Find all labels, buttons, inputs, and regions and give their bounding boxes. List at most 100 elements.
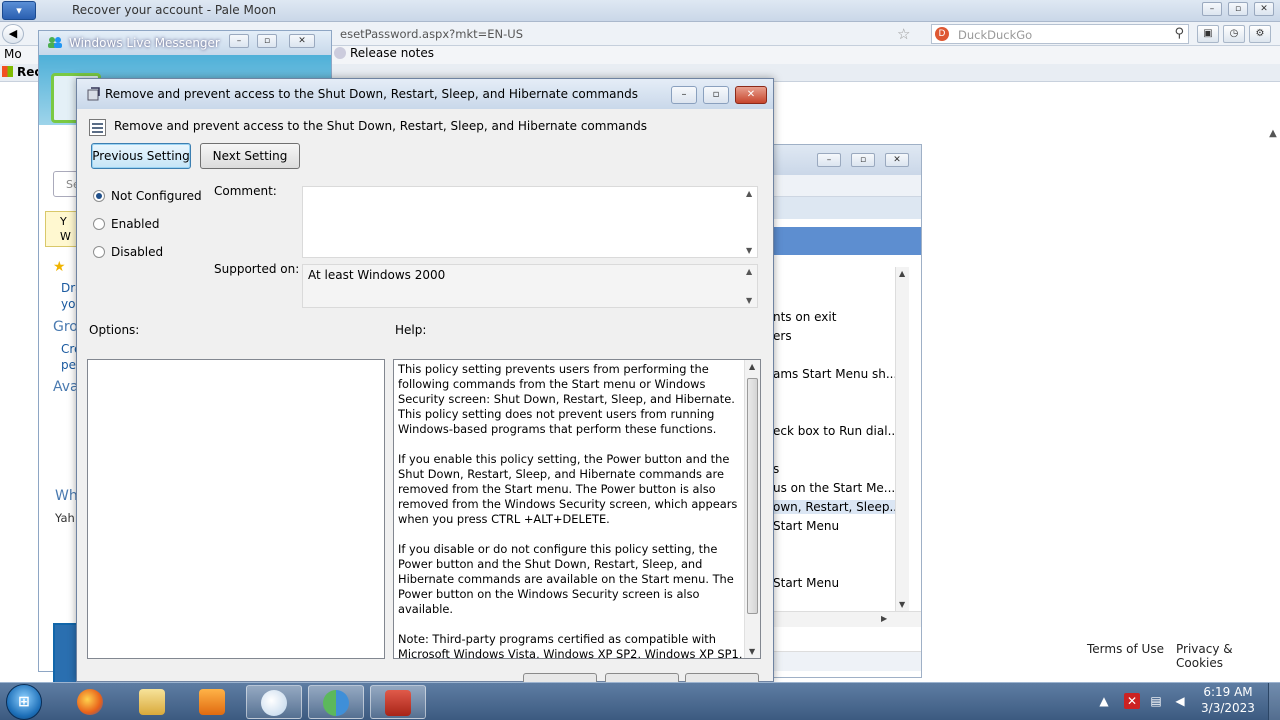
editor-minimize-button[interactable]: –	[817, 153, 841, 167]
network-icon[interactable]: ▤	[1148, 693, 1164, 709]
radio-disabled[interactable]: Disabled	[93, 245, 163, 259]
scrollbar-thumb[interactable]	[747, 378, 758, 614]
browser-menu-button[interactable]: ▾	[2, 1, 36, 20]
address-bar[interactable]: esetPassword.aspx?mkt=EN-US	[340, 27, 523, 41]
show-hidden-icons-icon[interactable]: ▲	[1096, 693, 1112, 709]
scroll-down-icon[interactable]: ▼	[899, 600, 905, 609]
dialog-title: Remove and prevent access to the Shut Do…	[105, 87, 638, 101]
search-icon[interactable]: ⚲	[1174, 26, 1184, 41]
messenger-close-button[interactable]: ✕	[289, 34, 315, 48]
comment-scrollbar[interactable]: ▲ ▼	[743, 187, 757, 257]
list-item[interactable]: Start Menu	[773, 576, 839, 590]
list-item[interactable]: eck box to Run dial...	[773, 424, 899, 438]
scroll-up-icon[interactable]: ▲	[746, 189, 752, 198]
radio-label: Not Configured	[111, 189, 202, 203]
editor-horizontal-scrollbar[interactable]: ▶	[769, 611, 921, 627]
taskbar-media-player[interactable]	[184, 685, 240, 719]
dialog-maximize-button[interactable]: ▫	[703, 86, 729, 104]
downloads-icon[interactable]: ▣	[1197, 25, 1219, 43]
supported-scrollbar[interactable]: ▲ ▼	[743, 265, 757, 307]
scroll-down-icon[interactable]: ▼	[749, 647, 755, 656]
taskbar-messenger[interactable]	[308, 685, 364, 719]
previous-setting-button[interactable]: Previous Setting	[91, 143, 191, 169]
messenger-icon	[323, 690, 349, 716]
list-item-selected[interactable]: own, Restart, Sleep...	[773, 500, 901, 514]
browser-close-button[interactable]: ✕	[1254, 2, 1274, 16]
scroll-up-icon[interactable]: ▲	[749, 362, 755, 371]
media-player-icon	[199, 689, 225, 715]
taskbar-explorer[interactable]	[124, 685, 180, 719]
back-button[interactable]: ◀	[2, 24, 24, 44]
dialog-minimize-button[interactable]: –	[671, 86, 697, 104]
next-setting-button[interactable]: Next Setting	[200, 143, 300, 169]
taskbar-pale-moon[interactable]	[246, 685, 302, 719]
bookmark-star-icon[interactable]: ☆	[897, 25, 910, 43]
browser-titlebar: ▾ Recover your account - Pale Moon – ▫ ✕	[0, 0, 1280, 22]
taskbar-firefox[interactable]	[62, 685, 118, 719]
list-item[interactable]: ers	[773, 329, 792, 343]
settings-icon[interactable]: ⚙	[1249, 25, 1271, 43]
bookmark-release-notes[interactable]: Release notes	[334, 46, 434, 60]
history-icon[interactable]: ◷	[1223, 25, 1245, 43]
supported-on-label: Supported on:	[214, 262, 300, 276]
taskbar-policy-editor[interactable]	[370, 685, 426, 719]
toolbox-icon	[385, 690, 411, 716]
search-input[interactable]: D DuckDuckGo ⚲	[931, 24, 1189, 44]
firefox-icon	[77, 689, 103, 715]
help-text: This policy setting prevents users from …	[398, 362, 743, 659]
browser-minimize-button[interactable]: –	[1202, 2, 1222, 16]
help-scrollbar[interactable]: ▲ ▼	[744, 360, 760, 658]
scroll-right-icon[interactable]: ▶	[881, 614, 887, 623]
messenger-fragment-yah: Yah	[55, 511, 75, 525]
available-heading: Ava	[53, 379, 79, 395]
action-center-icon[interactable]: ✕	[1124, 693, 1140, 709]
editor-toolbar	[769, 197, 921, 219]
radio-enabled[interactable]: Enabled	[93, 217, 160, 231]
comment-field[interactable]: ▲ ▼	[302, 186, 758, 258]
radio-icon[interactable]	[93, 218, 105, 230]
comment-label: Comment:	[214, 184, 277, 198]
browser-title: Recover your account - Pale Moon	[72, 3, 277, 17]
radio-label: Enabled	[111, 217, 160, 231]
supported-on-field: At least Windows 2000 ▲ ▼	[302, 264, 758, 308]
list-item[interactable]: nts on exit	[773, 310, 836, 324]
scroll-down-icon[interactable]: ▼	[746, 296, 752, 305]
messenger-minimize-button[interactable]: –	[229, 34, 249, 48]
supported-on-value: At least Windows 2000	[308, 268, 446, 282]
editor-status-bar	[769, 651, 921, 671]
volume-muted-icon[interactable]: ◀	[1172, 693, 1188, 709]
list-item[interactable]: ams Start Menu sh...	[773, 367, 897, 381]
setting-name: Remove and prevent access to the Shut Do…	[114, 119, 647, 133]
scroll-up-icon[interactable]: ▲	[746, 267, 752, 276]
taskbar: ⊞ ▲ ✕ ▤ ◀	[0, 682, 1280, 720]
browser-tab[interactable]: Rec	[2, 65, 42, 79]
radio-icon[interactable]	[93, 246, 105, 258]
terms-link[interactable]: Terms of Use	[1087, 642, 1164, 656]
list-item[interactable]: us on the Start Me...	[773, 481, 895, 495]
editor-menu-bar	[769, 175, 921, 197]
editor-maximize-button[interactable]: ▫	[851, 153, 875, 167]
folder-icon	[139, 689, 165, 715]
dialog-close-button[interactable]: ✕	[735, 86, 767, 104]
radio-checked-icon[interactable]	[93, 190, 105, 202]
editor-vertical-scrollbar[interactable]: ▲ ▼	[895, 267, 909, 611]
options-pane	[87, 359, 385, 659]
show-desktop-button[interactable]	[1268, 683, 1280, 720]
privacy-link[interactable]: Privacy & Cookies	[1176, 642, 1280, 670]
radio-label: Disabled	[111, 245, 164, 259]
scroll-down-icon[interactable]: ▼	[746, 246, 752, 255]
browser-maximize-button[interactable]: ▫	[1228, 2, 1248, 16]
clock-date[interactable]: 3/3/2023	[1190, 701, 1266, 715]
bookmark-most-visited[interactable]: Mo	[4, 47, 22, 61]
page-scrollbar[interactable]: ▲	[1266, 128, 1280, 146]
start-button[interactable]: ⊞	[6, 684, 42, 720]
help-pane: This policy setting prevents users from …	[393, 359, 761, 659]
duckduckgo-icon[interactable]: D	[935, 27, 949, 41]
scroll-up-icon[interactable]: ▲	[899, 269, 905, 278]
clock-time[interactable]: 6:19 AM	[1190, 685, 1266, 699]
messenger-maximize-button[interactable]: ▫	[257, 34, 277, 48]
list-item[interactable]: Start Menu	[773, 519, 839, 533]
groups-heading: Gro	[53, 319, 78, 335]
radio-not-configured[interactable]: Not Configured	[93, 189, 202, 203]
editor-close-button[interactable]: ✕	[885, 153, 909, 167]
